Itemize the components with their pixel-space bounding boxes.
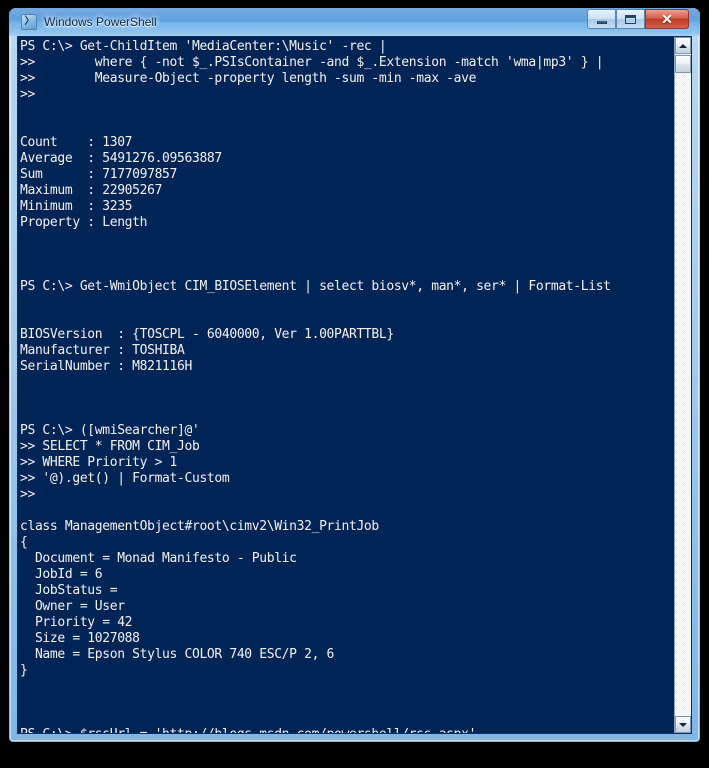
console-line: Manufacturer : TOSHIBA xyxy=(20,343,185,358)
maximize-icon xyxy=(625,14,636,24)
console-line: Owner = User xyxy=(20,599,125,614)
console-line: Maximum : 22905267 xyxy=(20,183,163,198)
console-line: SerialNumber : M821116H xyxy=(20,359,192,374)
scrollbar-thumb[interactable] xyxy=(675,55,691,73)
console-line: PS C:\> $rssUrl = 'http://blogs.msdn.com… xyxy=(20,727,674,733)
console-line: Priority = 42 xyxy=(20,615,133,630)
powershell-window[interactable]: 〉 Windows PowerShell ✕ PS C:\> Get-Child… xyxy=(9,8,700,742)
console-line: >> xyxy=(20,87,35,102)
scroll-down-button[interactable] xyxy=(675,716,691,733)
window-title: Windows PowerShell xyxy=(44,15,157,29)
console-line: Count : 1307 xyxy=(20,135,133,150)
console-line: } xyxy=(20,663,28,678)
maximize-button[interactable] xyxy=(616,9,645,29)
console-line: >> SELECT * FROM CIM_Job xyxy=(20,439,200,454)
console-line: Minimum : 3235 xyxy=(20,199,133,214)
console-line: >> '@).get() | Format-Custom xyxy=(20,471,230,486)
console-line: >> xyxy=(20,487,35,502)
minimize-button[interactable] xyxy=(587,9,616,29)
console-line: Sum : 7177097857 xyxy=(20,167,178,182)
close-icon: ✕ xyxy=(661,11,673,27)
console-line: PS C:\> Get-ChildItem 'MediaCenter:\Musi… xyxy=(20,39,387,54)
console-line: { xyxy=(20,535,28,550)
console-line: >> Measure-Object -property length -sum … xyxy=(20,71,477,86)
console-line: PS C:\> Get-WmiObject CIM_BIOSElement | … xyxy=(20,279,611,294)
chevron-down-icon xyxy=(679,722,687,727)
minimize-icon xyxy=(596,20,607,24)
console-line: BIOSVersion : {TOSCPL - 6040000, Ver 1.0… xyxy=(20,327,394,342)
console-line: >> WHERE Priority > 1 xyxy=(20,455,178,470)
console-line: JobStatus = xyxy=(20,583,118,598)
vertical-scrollbar[interactable] xyxy=(674,37,691,733)
console-output[interactable]: PS C:\> Get-ChildItem 'MediaCenter:\Musi… xyxy=(18,37,674,733)
console-line: JobId = 6 xyxy=(20,567,103,582)
console-line: Size = 1027088 xyxy=(20,631,140,646)
console-area[interactable]: PS C:\> Get-ChildItem 'MediaCenter:\Musi… xyxy=(17,36,692,734)
console-line: PS C:\> ([wmiSearcher]@' xyxy=(20,423,200,438)
chevron-up-icon xyxy=(679,43,687,48)
title-bar[interactable]: 〉 Windows PowerShell ✕ xyxy=(9,8,700,36)
console-line: Property : Length xyxy=(20,215,148,230)
close-button[interactable]: ✕ xyxy=(645,9,689,29)
scroll-up-button[interactable] xyxy=(675,37,691,54)
console-line: Average : 5491276.09563887 xyxy=(20,151,222,166)
powershell-icon-glyph: 〉 xyxy=(24,16,35,27)
console-line: Name = Epson Stylus COLOR 740 ESC/P 2, 6 xyxy=(20,647,335,662)
powershell-icon: 〉 xyxy=(21,14,37,30)
console-line: >> where { -not $_.PSIsContainer -and $_… xyxy=(20,55,604,70)
console-line: class ManagementObject#root\cimv2\Win32_… xyxy=(20,519,379,534)
console-line: Document = Monad Manifesto - Public xyxy=(20,551,297,566)
